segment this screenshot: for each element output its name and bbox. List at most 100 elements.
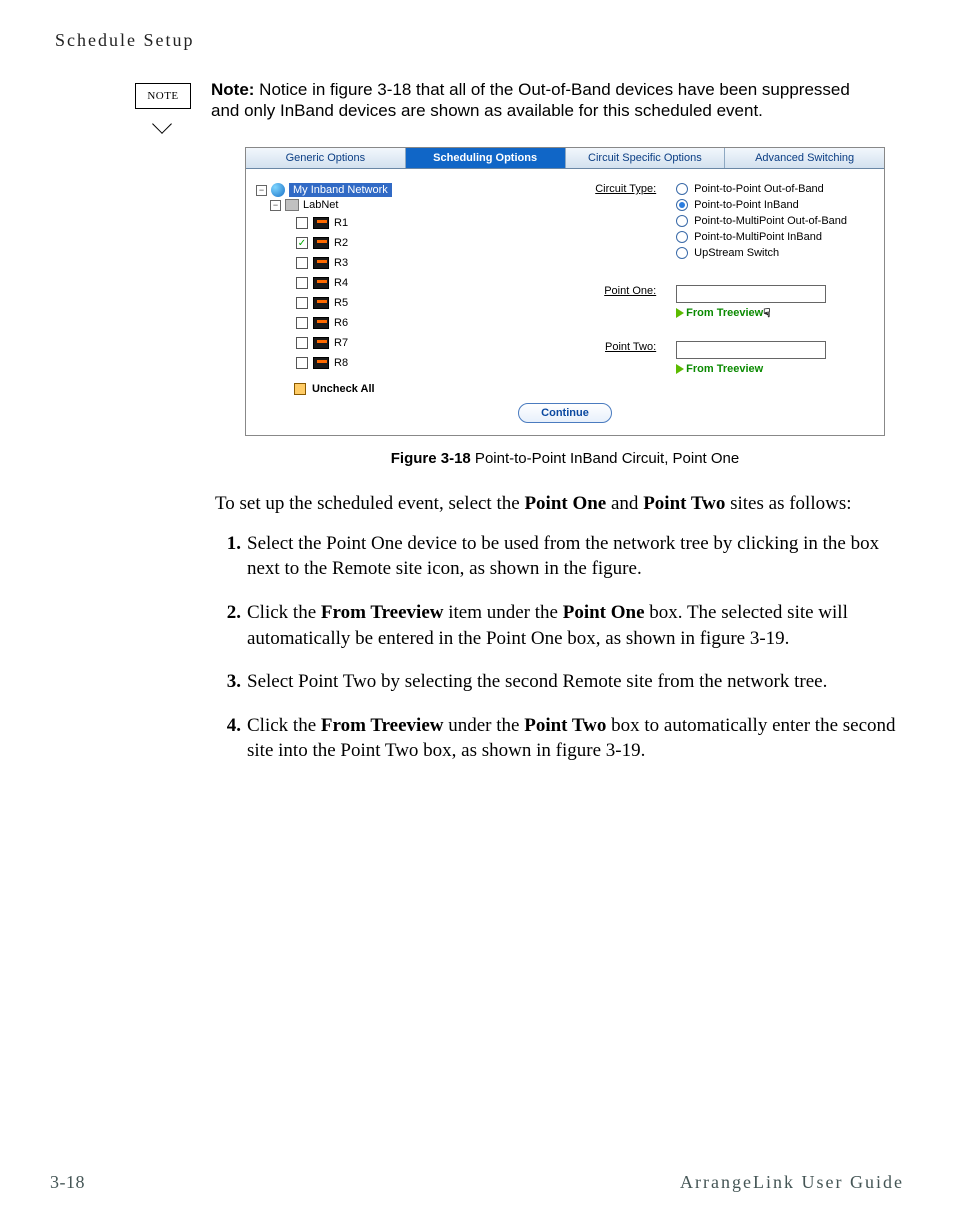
circuit-type-radio[interactable]: UpStream Switch (676, 247, 847, 259)
circuit-type-option-label: Point-to-MultiPoint Out-of-Band (694, 215, 847, 227)
from-treeview-label: From Treeview (686, 307, 763, 319)
from-treeview-point-one[interactable]: From Treeview ☟ (676, 307, 826, 319)
step-text: Click the (247, 715, 321, 736)
step-number: 3. (215, 669, 241, 695)
device-icon (313, 217, 329, 229)
checkbox[interactable] (296, 297, 308, 309)
step-bold-text: Point Two (524, 715, 606, 736)
checkbox[interactable] (296, 257, 308, 269)
intro-mid: and (606, 493, 643, 514)
note-badge-tail-icon (152, 114, 172, 134)
step-item: 4.Click the From Treeview under the Poin… (215, 713, 904, 764)
note-text: Note: Notice in figure 3-18 that all of … (211, 79, 851, 122)
tree-node-row[interactable]: ✓ R2 (296, 233, 572, 253)
play-triangle-icon (676, 364, 684, 374)
tree-node-label: R7 (334, 337, 348, 349)
page-header-title: Schedule Setup (55, 30, 904, 51)
tree-root-row[interactable]: − My Inband Network (256, 183, 572, 197)
tab-generic-options[interactable]: Generic Options (246, 148, 406, 168)
tab-scheduling-options[interactable]: Scheduling Options (406, 148, 566, 168)
tree-node-row[interactable]: R1 (296, 213, 572, 233)
tabs-row: Generic Options Scheduling Options Circu… (246, 148, 884, 169)
page-footer: 3-18 ArrangeLink User Guide (50, 1172, 904, 1193)
tree-labnet-label: LabNet (303, 199, 338, 211)
step-body: Click the From Treeview under the Point … (247, 713, 904, 764)
step-text: item under the (443, 602, 562, 623)
circuit-type-option-label: Point-to-Point Out-of-Band (694, 183, 824, 195)
checkbox[interactable] (296, 357, 308, 369)
step-bold-text: From Treeview (321, 715, 444, 736)
checkbox[interactable] (296, 337, 308, 349)
point-one-input[interactable] (676, 285, 826, 303)
tree-node-row[interactable]: R4 (296, 273, 572, 293)
circuit-type-radio[interactable]: Point-to-MultiPoint InBand (676, 231, 847, 243)
uncheck-all-label[interactable]: Uncheck All (312, 383, 375, 395)
step-item: 3.Select Point Two by selecting the seco… (215, 669, 904, 695)
step-bold-text: Point One (563, 602, 645, 623)
circuit-type-option-label: Point-to-Point InBand (694, 199, 799, 211)
tree-node-label: R2 (334, 237, 348, 249)
device-icon (313, 237, 329, 249)
intro-post: sites as follows: (725, 493, 851, 514)
step-item: 2.Click the From Treeview item under the… (215, 600, 904, 651)
step-number: 2. (215, 600, 241, 651)
checkbox[interactable] (296, 317, 308, 329)
step-number: 1. (215, 531, 241, 582)
globe-icon (271, 183, 285, 197)
checkbox[interactable] (296, 217, 308, 229)
tree-node-label: R4 (334, 277, 348, 289)
tree-node-label: R5 (334, 297, 348, 309)
tree-node-row[interactable]: R6 (296, 313, 572, 333)
checkbox[interactable]: ✓ (296, 237, 308, 249)
device-icon (313, 357, 329, 369)
point-two-label: Point Two: (582, 341, 656, 375)
step-text: Click the (247, 602, 321, 623)
tree-node-label: R8 (334, 357, 348, 369)
checkbox[interactable] (296, 277, 308, 289)
radio-dot-icon[interactable] (676, 215, 688, 227)
tree-node-row[interactable]: R5 (296, 293, 572, 313)
play-triangle-icon (676, 308, 684, 318)
radio-dot-icon[interactable] (676, 183, 688, 195)
device-icon (313, 297, 329, 309)
note-body: Notice in figure 3-18 that all of the Ou… (211, 80, 850, 120)
device-icon (313, 277, 329, 289)
circuit-type-radio[interactable]: Point-to-MultiPoint Out-of-Band (676, 215, 847, 227)
uncheck-all-icon[interactable] (294, 383, 306, 395)
point-one-block: Point One: From Treeview ☟ (582, 285, 874, 319)
tree-node-row[interactable]: R7 (296, 333, 572, 353)
tab-circuit-specific-options[interactable]: Circuit Specific Options (566, 148, 726, 168)
circuit-type-radio[interactable]: Point-to-Point Out-of-Band (676, 183, 847, 195)
point-one-label: Point One: (582, 285, 656, 319)
point-two-block: Point Two: From Treeview (582, 341, 874, 375)
guide-name: ArrangeLink User Guide (680, 1172, 904, 1193)
tree-node-row[interactable]: R3 (296, 253, 572, 273)
circuit-type-radio[interactable]: Point-to-Point InBand (676, 199, 847, 211)
expand-minus-icon[interactable]: − (256, 185, 267, 196)
note-badge-label: NOTE (135, 83, 191, 109)
figure-caption: Figure 3-18 Point-to-Point InBand Circui… (245, 450, 885, 467)
expand-minus-icon[interactable]: − (270, 200, 281, 211)
radio-dot-icon[interactable] (676, 247, 688, 259)
device-icon (313, 317, 329, 329)
tab-advanced-switching[interactable]: Advanced Switching (725, 148, 884, 168)
radio-dot-icon[interactable] (676, 199, 688, 211)
point-two-input[interactable] (676, 341, 826, 359)
device-icon (313, 337, 329, 349)
circuit-type-option-label: UpStream Switch (694, 247, 779, 259)
device-icon (313, 257, 329, 269)
tree-labnet-row[interactable]: − LabNet (270, 199, 572, 211)
radio-dot-icon[interactable] (676, 231, 688, 243)
steps-list: 1.Select the Point One device to be used… (215, 531, 904, 764)
continue-button[interactable]: Continue (518, 403, 612, 423)
cursor-hand-icon: ☟ (763, 307, 770, 319)
circuit-type-option-label: Point-to-MultiPoint InBand (694, 231, 822, 243)
step-body: Select the Point One device to be used f… (247, 531, 904, 582)
tree-node-row[interactable]: R8 (296, 353, 572, 373)
intro-b2: Point Two (643, 493, 725, 514)
figure-number: Figure 3-18 (391, 450, 471, 467)
from-treeview-label: From Treeview (686, 363, 763, 375)
from-treeview-point-two[interactable]: From Treeview (676, 363, 826, 375)
uncheck-all-row: Uncheck All (246, 383, 884, 403)
step-number: 4. (215, 713, 241, 764)
